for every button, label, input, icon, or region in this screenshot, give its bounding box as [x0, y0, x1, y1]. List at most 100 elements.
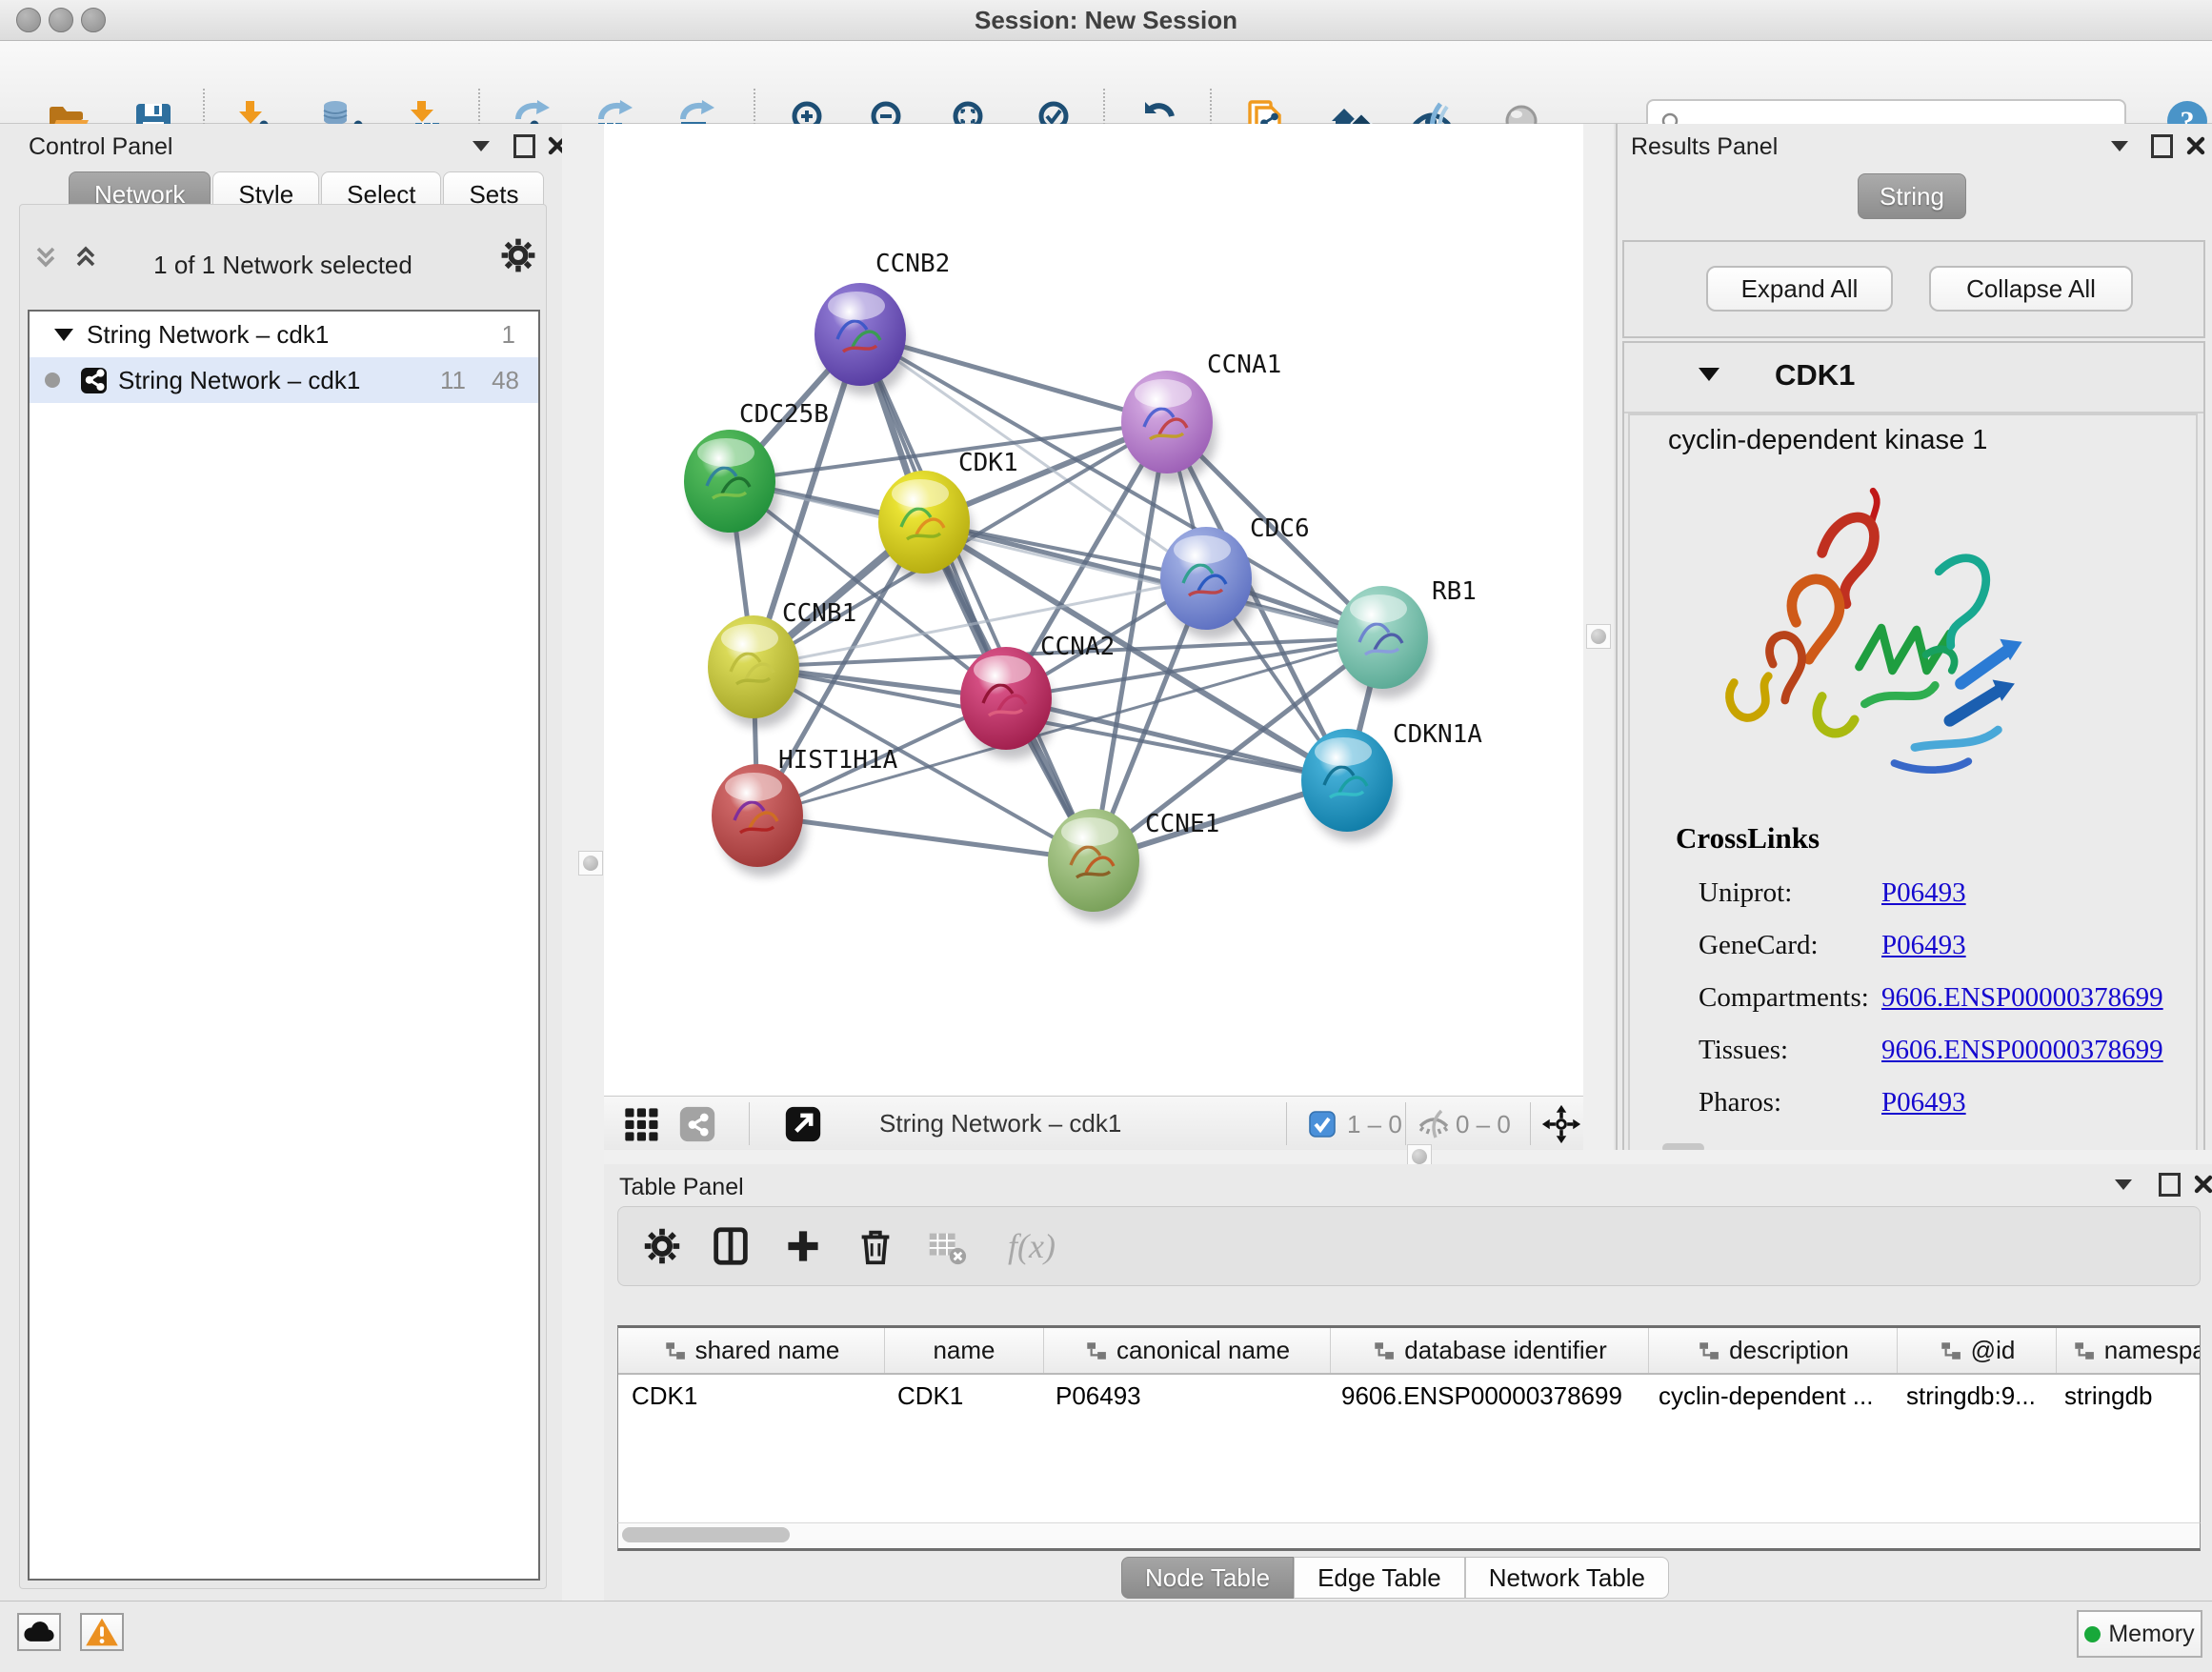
network-edge-CCNB2-CCNE1[interactable] [860, 334, 1094, 860]
crosslink-label: Compartments: [1699, 982, 1881, 1014]
cell-shared-name[interactable]: CDK1 [618, 1375, 884, 1418]
table-panel-title: Table Panel [619, 1174, 744, 1201]
tab-string[interactable]: String [1858, 173, 1966, 219]
cloud-status-icon[interactable] [17, 1613, 61, 1651]
column-header-canonical-name[interactable]: canonical name [1044, 1328, 1331, 1373]
scrollbar-thumb[interactable] [622, 1527, 790, 1542]
column-type-icon [1697, 1340, 1719, 1362]
table-row[interactable]: CDK1CDK1P064939606.ENSP00000378699cyclin… [618, 1375, 2200, 1418]
network-node-CCNB2[interactable] [814, 283, 906, 386]
cell-name[interactable]: CDK1 [884, 1375, 1042, 1418]
node-label-RB1: RB1 [1432, 577, 1477, 606]
bottom-splitter[interactable] [604, 1150, 2212, 1164]
network-edge-CCNE1-HIST1H1A[interactable] [757, 816, 1094, 860]
crosslink-row: Uniprot:P06493 [1699, 867, 2163, 919]
tab-network-table[interactable]: Network Table [1465, 1557, 1669, 1599]
memory-button[interactable]: Memory [2077, 1610, 2202, 1658]
edge-count: 48 [466, 366, 538, 395]
gene-section-header[interactable]: CDK1 [1624, 343, 2203, 413]
tab-edge-table[interactable]: Edge Table [1294, 1557, 1465, 1599]
left-splitter[interactable] [562, 124, 604, 1601]
cell-description[interactable]: cyclin-dependent ... [1645, 1375, 1893, 1418]
tree-expand-icon[interactable] [54, 329, 73, 341]
panel-float-button[interactable] [510, 133, 538, 158]
results-float-button[interactable] [2147, 133, 2176, 158]
protein-structure-image [1682, 465, 2073, 798]
crosslinks-list: Uniprot:P06493GeneCard:P06493Compartment… [1699, 867, 2163, 1129]
add-column-icon[interactable] [778, 1221, 828, 1271]
table-horizontal-scrollbar[interactable] [617, 1522, 2201, 1551]
crosslink-compartments[interactable]: 9606.ENSP00000378699 [1881, 982, 2163, 1014]
show-columns-icon[interactable] [706, 1221, 755, 1271]
delete-column-icon[interactable] [851, 1221, 900, 1271]
network-icon [81, 368, 107, 393]
right-splitter[interactable] [1583, 124, 1614, 1150]
left-splitter-handle[interactable] [578, 851, 603, 876]
results-actions-box: Expand All Collapse All [1622, 240, 2205, 338]
network-options-gear-icon[interactable] [504, 243, 533, 268]
column-header-@id[interactable]: @id [1898, 1328, 2057, 1373]
table-float-button[interactable] [2155, 1172, 2183, 1197]
column-header-description[interactable]: description [1649, 1328, 1898, 1373]
column-header-database-identifier[interactable]: database identifier [1331, 1328, 1649, 1373]
network-node-CDC6[interactable] [1160, 527, 1252, 630]
results-menu-button[interactable] [2105, 133, 2134, 158]
network-collection-row[interactable]: String Network – cdk1 1 [30, 312, 538, 357]
column-header-shared-name[interactable]: shared name [618, 1328, 885, 1373]
section-collapse-icon[interactable] [1699, 368, 1719, 381]
crosslink-tissues[interactable]: 9606.ENSP00000378699 [1881, 1035, 2163, 1066]
column-type-icon [1939, 1340, 1961, 1362]
cell-namespace[interactable]: stringdb [2051, 1375, 2201, 1418]
cell-database-identifier[interactable]: 9606.ENSP00000378699 [1328, 1375, 1645, 1418]
table-close-button[interactable] [2189, 1172, 2212, 1197]
panel-menu-button[interactable] [467, 133, 495, 158]
network-node-HIST1H1A[interactable] [712, 764, 803, 867]
table-panel: Table Panel f(x) shared namenamecanonica… [604, 1164, 2212, 1601]
crosslink-genecard[interactable]: P06493 [1881, 930, 1966, 961]
crosslink-pharos[interactable]: P06493 [1881, 1087, 1966, 1118]
crosslink-label: Pharos: [1699, 1087, 1881, 1118]
birdseye-view-icon[interactable] [783, 1104, 823, 1144]
table-header-row: shared namename canonical name database id… [618, 1328, 2200, 1375]
network-graph[interactable]: CCNB2CCNA1CDC25BCDK1CDC6RB1CCNB1CCNA2CDK… [604, 124, 1583, 1096]
collapse-all-button[interactable]: Collapse All [1929, 266, 2133, 312]
network-edge-CCNA2-CDKN1A[interactable] [1006, 698, 1347, 780]
grid-view-icon[interactable] [621, 1104, 661, 1144]
window-titlebar: Session: New Session [0, 0, 2212, 41]
network-selection-status: 1 of 1 Network selected [20, 251, 546, 280]
crosslink-uniprot[interactable]: P06493 [1881, 877, 1966, 909]
crosslink-row: Compartments:9606.ENSP00000378699 [1699, 972, 2163, 1024]
network-badge-icon[interactable] [677, 1104, 717, 1144]
warning-icon[interactable] [80, 1613, 124, 1651]
table-menu-button[interactable] [2109, 1172, 2138, 1197]
expand-all-button[interactable]: Expand All [1706, 266, 1893, 312]
column-header-namespace[interactable]: namespace [2057, 1328, 2201, 1373]
tab-node-table[interactable]: Node Table [1121, 1557, 1294, 1599]
network-node-CDKN1A[interactable] [1301, 729, 1393, 832]
cell-@id[interactable]: stringdb:9... [1893, 1375, 2051, 1418]
network-canvas[interactable]: CCNB2CCNA1CDC25BCDK1CDC6RB1CCNB1CCNA2CDK… [604, 124, 1583, 1096]
column-label: description [1729, 1336, 1849, 1365]
right-splitter-handle[interactable] [1586, 624, 1611, 649]
pan-crosshair-icon[interactable] [1541, 1104, 1581, 1144]
window-title: Session: New Session [0, 6, 2212, 35]
control-panel: Control Panel NetworkStyleSelectSets 1 o… [0, 124, 563, 1601]
network-node-CDK1[interactable] [878, 471, 970, 574]
network-row-selected[interactable]: String Network – cdk1 11 48 [30, 357, 538, 403]
selected-checkbox[interactable] [1307, 1104, 1337, 1144]
results-close-button[interactable] [2182, 133, 2210, 158]
network-node-CDC25B[interactable] [684, 430, 775, 533]
cell-canonical-name[interactable]: P06493 [1042, 1375, 1328, 1418]
network-node-RB1[interactable] [1337, 586, 1428, 689]
network-status-dot-icon [45, 373, 60, 388]
network-node-CCNA1[interactable] [1121, 371, 1213, 473]
results-panel-title: Results Panel [1631, 133, 1778, 161]
network-node-CCNB1[interactable] [708, 615, 799, 718]
column-label: canonical name [1116, 1336, 1290, 1365]
column-header-name[interactable]: name [885, 1328, 1044, 1373]
table-settings-gear-icon[interactable] [637, 1221, 687, 1271]
table-tabs: Node TableEdge TableNetwork Table [1121, 1557, 1669, 1599]
network-node-CCNA2[interactable] [960, 647, 1052, 750]
network-node-CCNE1[interactable] [1048, 809, 1139, 912]
hidden-eye-icon[interactable] [1414, 1104, 1454, 1144]
